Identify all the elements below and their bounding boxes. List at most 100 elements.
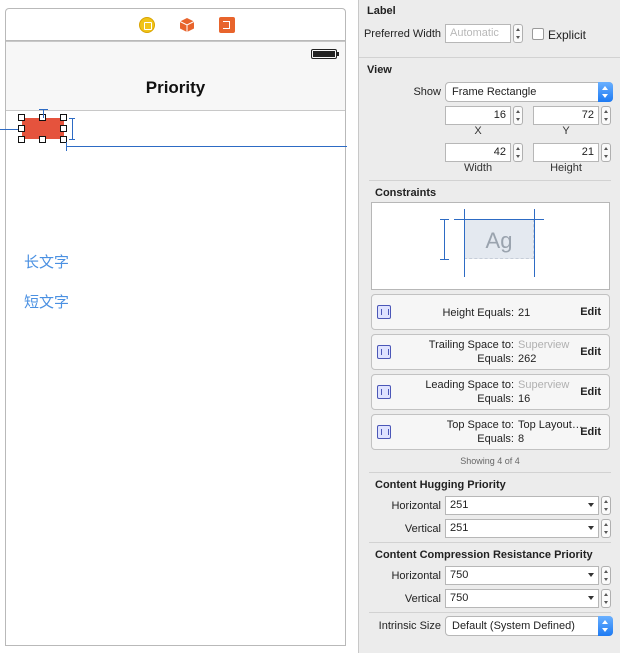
cube-icon: [179, 18, 195, 32]
width-field[interactable]: 42: [445, 143, 511, 162]
compression-vertical-label: Vertical: [404, 593, 441, 605]
preview-view-box: Ag: [464, 219, 534, 259]
leading-constraint-line[interactable]: [464, 209, 465, 277]
intrinsic-size-value: Default (System Defined): [452, 620, 575, 632]
x-stepper[interactable]: [513, 106, 523, 125]
preferred-width-label: Preferred Width: [363, 28, 441, 40]
compression-vertical-combo[interactable]: 750: [445, 589, 599, 608]
height-label: Height: [550, 162, 582, 174]
constraint-card-leading[interactable]: Leading Space to: Superview Equals: 16 E…: [371, 374, 610, 410]
constraint-line2-value: 16: [518, 393, 531, 405]
leading-space-icon: [377, 385, 391, 399]
edit-button[interactable]: Edit: [580, 426, 601, 438]
trailing-space-guide: [66, 146, 347, 147]
constraint-line1-label: Trailing Space to:: [428, 339, 514, 351]
resize-handle-top-right[interactable]: [60, 114, 67, 121]
navigation-bar: Priority: [6, 41, 345, 111]
height-guide-cap-bottom: [69, 139, 75, 140]
height-constraint-line[interactable]: [444, 219, 445, 259]
top-constraint-line[interactable]: [454, 219, 544, 220]
divider: [369, 542, 611, 543]
width-label: Width: [463, 162, 493, 174]
hugging-vertical-combo[interactable]: 251: [445, 519, 599, 538]
constraints-count: Showing 4 of 4: [460, 456, 520, 466]
chevron-down-icon[interactable]: [588, 526, 594, 530]
y-field[interactable]: 72: [533, 106, 599, 125]
popup-arrows-icon: [598, 616, 613, 636]
short-text-label[interactable]: 短文字: [24, 291, 69, 312]
constraint-card-trailing[interactable]: Trailing Space to: Superview Equals: 262…: [371, 334, 610, 370]
constraints-section-title: Constraints: [375, 187, 437, 199]
resize-handle-top-left[interactable]: [18, 114, 25, 121]
constraints-preview[interactable]: Ag: [371, 202, 610, 290]
top-space-icon: [377, 425, 391, 439]
trailing-space-icon: [377, 345, 391, 359]
compression-section-title: Content Compression Resistance Priority: [375, 549, 593, 561]
scene-dock: [5, 8, 346, 40]
divider: [359, 57, 620, 58]
constraint-line2-label: Equals:: [477, 393, 514, 405]
compression-horizontal-value: 750: [450, 569, 469, 581]
chevron-down-icon[interactable]: [588, 596, 594, 600]
constraint-line1-value: 21: [518, 307, 531, 319]
x-label: X: [474, 125, 482, 137]
long-text-label[interactable]: 长文字: [24, 251, 69, 272]
leading-space-guide: [0, 129, 18, 130]
height-field[interactable]: 21: [533, 143, 599, 162]
height-constraint-icon: [377, 305, 391, 319]
constraint-line1-label: Height Equals:: [442, 307, 514, 319]
preview-text: Ag: [485, 228, 513, 253]
compression-horizontal-label: Horizontal: [391, 570, 441, 582]
height-guide-cap-top: [69, 118, 75, 119]
hugging-vertical-value: 251: [450, 522, 469, 534]
preferred-width-field[interactable]: Automatic: [445, 24, 511, 43]
hugging-section-title: Content Hugging Priority: [375, 479, 506, 491]
constraint-line1-label: Leading Space to:: [425, 379, 514, 391]
resize-handle-left[interactable]: [18, 125, 25, 132]
hugging-horizontal-combo[interactable]: 251: [445, 496, 599, 515]
hugging-horizontal-value: 251: [450, 499, 469, 511]
hugging-horizontal-stepper[interactable]: [601, 496, 611, 515]
hugging-vertical-stepper[interactable]: [601, 519, 611, 538]
constraint-line2-label: Equals:: [477, 353, 514, 365]
height-stepper[interactable]: [601, 143, 611, 162]
width-stepper[interactable]: [513, 143, 523, 162]
intrinsic-size-label: Intrinsic Size: [378, 620, 441, 632]
scene-view[interactable]: Priority 长文字 短文字: [0, 40, 347, 646]
compression-horizontal-combo[interactable]: 750: [445, 566, 599, 585]
chevron-down-icon[interactable]: [588, 503, 594, 507]
trailing-space-guide-cap: [66, 142, 67, 151]
show-popup[interactable]: Frame Rectangle: [445, 82, 613, 102]
chevron-down-icon[interactable]: [588, 573, 594, 577]
resize-handle-bottom[interactable]: [39, 136, 46, 143]
compression-horizontal-stepper[interactable]: [601, 566, 611, 585]
trailing-constraint-line[interactable]: [534, 209, 535, 277]
view-controller-icon[interactable]: [139, 17, 155, 33]
battery-icon: [311, 49, 339, 59]
x-field[interactable]: 16: [445, 106, 511, 125]
constraint-card-height[interactable]: Height Equals: 21 Edit: [371, 294, 610, 330]
compression-vertical-stepper[interactable]: [601, 589, 611, 608]
compression-vertical-value: 750: [450, 592, 469, 604]
exit-icon[interactable]: [219, 17, 235, 33]
divider: [369, 180, 611, 181]
explicit-checkbox[interactable]: [532, 28, 544, 40]
top-space-guide-cap: [39, 109, 48, 110]
resize-handle-bottom-left[interactable]: [18, 136, 25, 143]
constraint-line2-value: 262: [518, 353, 537, 365]
intrinsic-size-popup[interactable]: Default (System Defined): [445, 616, 613, 636]
constraint-card-top[interactable]: Top Space to: Top Layout… Equals: 8 Edit: [371, 414, 610, 450]
edit-button[interactable]: Edit: [580, 386, 601, 398]
edit-button[interactable]: Edit: [580, 346, 601, 358]
hugging-horizontal-label: Horizontal: [391, 500, 441, 512]
edit-button[interactable]: Edit: [580, 306, 601, 318]
first-responder-cube-icon[interactable]: [179, 17, 195, 33]
popup-arrows-icon: [598, 82, 613, 102]
explicit-label: Explicit: [548, 28, 587, 42]
y-stepper[interactable]: [601, 106, 611, 125]
storyboard-canvas[interactable]: Priority 长文字 短文字: [0, 0, 352, 653]
resize-handle-right[interactable]: [60, 125, 67, 132]
show-label: Show: [413, 86, 441, 98]
view-section-title: View: [367, 64, 392, 76]
preferred-width-stepper[interactable]: [513, 24, 523, 43]
